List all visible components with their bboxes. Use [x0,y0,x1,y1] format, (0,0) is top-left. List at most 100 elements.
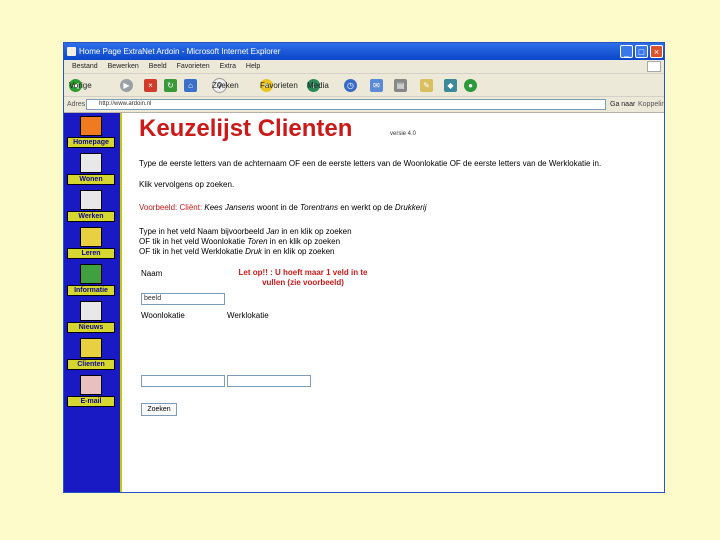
page-content: Keuzelijst Clienten versie 4.0 Type de e… [139,113,659,492]
edit-button[interactable]: ✎ [420,77,436,93]
sidebar-item-label: Informatie [67,285,115,296]
messenger-icon: ● [464,78,477,92]
people-icon [80,338,102,358]
instruction-example: Jan [266,227,280,236]
example-line: Voorbeeld: Cliënt: Kees Jansens woont in… [139,203,654,213]
menu-help[interactable]: Help [246,60,260,73]
example-name: Kees Jansens [204,203,255,212]
menu-tools[interactable]: Extra [220,60,236,73]
sidebar-item-label: Werken [67,211,115,222]
sidebar-item-label: Clienten [67,359,115,370]
sidebar-item-label: Homepage [67,137,115,148]
mail-button[interactable]: ✉ [370,77,386,93]
menu-bar: Bestand Bewerken Beeld Favorieten Extra … [64,60,664,74]
sidebar-item-wonen[interactable]: Wonen [67,153,115,187]
stop-icon: × [144,78,157,92]
homepage-icon [80,116,102,136]
sidebar-item-label: Nieuws [67,322,115,333]
go-button[interactable]: Ga naar [610,97,635,112]
instruction-text: Type in het veld Naam bijvoorbeeld [139,227,267,236]
sidebar-item-nieuws[interactable]: Nieuws [67,301,115,335]
naam-input[interactable]: beeld [141,293,225,305]
sidebar-item-clienten[interactable]: Clienten [67,338,115,372]
sidebar-item-informatie[interactable]: Informatie [67,264,115,298]
toolbar: ◀ Vorige ▶ × ↻ ⌂ ⚲ Zoeken ★ Favorieten ♪… [64,74,664,97]
sidebar-item-homepage[interactable]: Homepage [67,116,115,150]
instruction-example: Druk [245,247,263,256]
woonlokatie-input[interactable] [141,375,225,387]
search-button[interactable]: ⚲ Zoeken [212,77,239,93]
edit-icon: ✎ [420,78,433,92]
search-label: Zoeken [212,80,239,90]
sidebar-item-leren[interactable]: Leren [67,227,115,261]
menu-view[interactable]: Beeld [149,60,167,73]
media-button[interactable]: ♪ Media [307,77,329,93]
refresh-icon: ↻ [164,78,177,92]
favorites-button[interactable]: ★ Favorieten [260,77,298,93]
favorites-label: Favorieten [260,80,298,90]
title-bar: Home Page ExtraNet Ardoin - Microsoft In… [64,43,664,60]
forward-button[interactable]: ▶ [120,77,136,93]
menu-favorites[interactable]: Favorieten [177,60,210,73]
example-work: Drukkerij [394,203,427,212]
sidebar-item-email[interactable]: E-mail [67,375,115,409]
example-text: en werkt op de [337,203,395,212]
close-button[interactable]: × [650,45,663,58]
info-icon [80,264,102,284]
mail-icon [80,375,102,395]
sidebar-item-label: Wonen [67,174,115,185]
instruction-line-3: OF tik in het veld Werklokatie Druk in e… [139,247,654,257]
instruction-line-1: Type in het veld Naam bijvoorbeeld Jan i… [139,227,654,237]
instruction-text: in en klik op zoeken [267,237,341,246]
naam-label: Naam [141,269,163,278]
discuss-button[interactable]: ◆ [444,77,460,93]
werklokatie-input[interactable] [227,375,311,387]
warning-text: Let op!! : U hoeft maar 1 veld in te vul… [238,268,368,287]
example-place: Torentrans [300,203,338,212]
history-button[interactable]: ◷ [344,77,360,93]
instruction-text: OF tik in het veld Woonlokatie [139,237,248,246]
print-button[interactable]: ▤ [394,77,410,93]
back-label: Vorige [69,80,92,90]
refresh-button[interactable]: ↻ [164,77,180,93]
address-label: Adres [67,101,86,108]
sidebar-item-werken[interactable]: Werken [67,190,115,224]
example-label: Voorbeeld: [139,203,178,212]
version-label: versie 4.0 [390,131,417,137]
stop-button[interactable]: × [144,77,160,93]
woonlokatie-label: Woonlokatie [141,311,185,320]
address-bar: Adres http://www.ardoin.nl Ga naar Koppe… [64,97,664,113]
search-submit-button[interactable]: Zoeken [141,403,177,416]
example-text: Cliënt: [177,203,205,212]
media-label: Media [307,80,329,90]
browser-window: Home Page ExtraNet Ardoin - Microsoft In… [63,42,665,493]
forward-arrow-icon: ▶ [120,78,133,92]
history-icon: ◷ [344,78,357,92]
werklokatie-label: Werklokatie [227,311,269,320]
minimize-button[interactable]: _ [620,45,633,58]
sidebar-item-label: E-mail [67,396,115,407]
example-text: woont in de [254,203,301,212]
work-icon [80,190,102,210]
menu-edit[interactable]: Bewerken [108,60,139,73]
print-icon: ▤ [394,78,407,92]
home-button[interactable]: ⌂ [184,77,200,93]
intro-text: Type de eerste letters van de achternaam… [139,159,602,168]
sidebar: Homepage Wonen Werken Leren Informatie N… [64,113,122,492]
maximize-button[interactable]: □ [635,45,648,58]
instruction-text: OF tik in het veld Werklokatie [139,247,246,256]
instruction-example: Toren [247,237,268,246]
window-title: Home Page ExtraNet Ardoin - Microsoft In… [79,47,281,56]
intro-text-2: Klik vervolgens op zoeken. [139,180,235,189]
instruction-line-2: OF tik in het veld Woonlokatie Toren in … [139,237,654,247]
book-icon [80,227,102,247]
messenger-button[interactable]: ● [464,77,480,93]
instruction-text: in en klik op zoeken [262,247,335,256]
menu-file[interactable]: Bestand [72,60,98,73]
address-input[interactable]: http://www.ardoin.nl [86,99,606,110]
mail-icon: ✉ [370,78,383,92]
back-button[interactable]: ◀ Vorige [69,77,92,93]
links-button[interactable]: Koppelingen [638,97,664,112]
sidebar-item-label: Leren [67,248,115,259]
discuss-icon: ◆ [444,78,457,92]
